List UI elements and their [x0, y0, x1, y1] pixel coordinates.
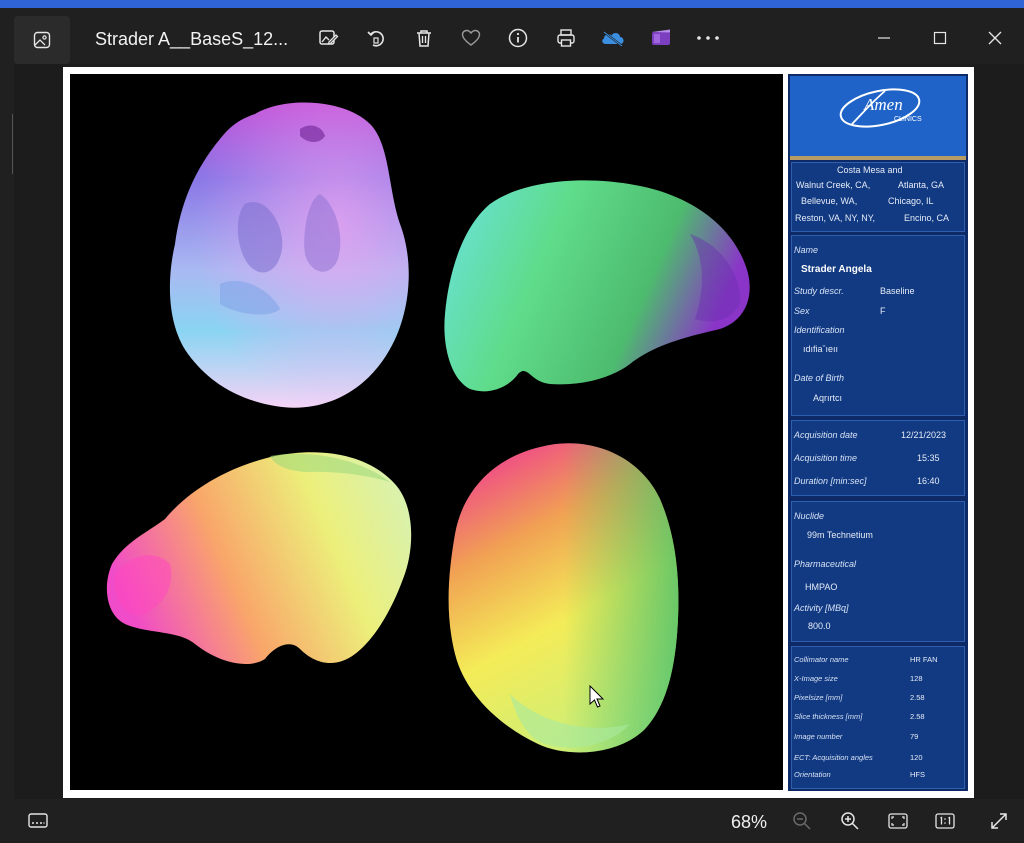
info-icon	[508, 28, 528, 48]
zoom-level: 68%	[731, 812, 768, 832]
print-icon	[557, 29, 575, 47]
zoom-in-icon	[841, 812, 859, 830]
fullscreen-icon	[991, 813, 1007, 829]
rotate-button[interactable]	[362, 24, 390, 52]
close-icon	[988, 31, 1002, 45]
left-edge	[0, 64, 14, 799]
acquisition-panel: Acquisition date 12/21/2023 Acquisition …	[791, 420, 965, 496]
more-button[interactable]	[694, 24, 722, 52]
actual-size-icon	[935, 813, 955, 829]
rotate-icon	[367, 30, 384, 47]
minimize-button[interactable]	[862, 18, 906, 58]
gallery-icon	[33, 31, 51, 49]
zoom-in-button[interactable]	[837, 809, 863, 833]
clipchamp-icon	[652, 29, 670, 45]
filmstrip-icon	[28, 813, 48, 828]
acquisition-parameters-panel: Collimator name HR FAN X-Image size 128 …	[791, 646, 965, 789]
delete-button[interactable]	[410, 24, 438, 52]
maximize-icon	[933, 31, 947, 45]
zoom-out-button[interactable]	[789, 809, 815, 833]
window-title: Strader A__BaseS_12...	[95, 29, 289, 49]
nuclide-panel: Nuclide 99m Technetium Pharmaceutical HM…	[791, 501, 965, 642]
edit-image-button[interactable]	[314, 24, 342, 52]
fit-to-window-icon	[888, 813, 908, 829]
spect-render	[106, 102, 750, 753]
bottom-toolbar: 68%	[0, 799, 1024, 843]
more-icon	[697, 36, 719, 40]
brain-view-inferior	[169, 102, 409, 408]
svg-text:Amen: Amen	[863, 95, 903, 114]
brain-view-superior	[448, 443, 679, 753]
brain-view-lateral-right	[444, 180, 750, 392]
zoom-out-icon	[793, 812, 811, 830]
delete-icon	[417, 30, 431, 47]
edit-image-icon	[319, 30, 339, 45]
svg-text:CLINICS: CLINICS	[894, 116, 922, 123]
info-button[interactable]	[504, 24, 532, 52]
amen-clinics-logo: Amen CLINICS	[790, 76, 966, 156]
window-accent-bar	[0, 0, 1024, 8]
gallery-button[interactable]	[14, 16, 70, 64]
fit-to-window-button[interactable]	[885, 809, 911, 833]
fullscreen-button[interactable]	[986, 809, 1012, 833]
patient-panel: Name Strader Angela Study descr. Baselin…	[791, 235, 965, 416]
brain-scan-image[interactable]	[70, 74, 783, 790]
clipchamp-button[interactable]	[647, 24, 675, 52]
study-info-sidebar: Amen CLINICS Costa Mesa and Walnut Creek…	[788, 74, 968, 791]
print-button[interactable]	[552, 24, 580, 52]
locations-panel: Costa Mesa and Walnut Creek, CA, Atlanta…	[791, 162, 965, 232]
maximize-button[interactable]	[918, 18, 962, 58]
close-button[interactable]	[973, 18, 1017, 58]
filmstrip-button[interactable]	[25, 809, 51, 833]
onedrive-icon	[602, 31, 624, 47]
onedrive-button[interactable]	[599, 24, 627, 52]
brain-view-lateral-left	[106, 452, 412, 664]
minimize-icon	[878, 37, 890, 39]
favorite-button[interactable]	[457, 24, 485, 52]
title-bar: Strader A__BaseS_12...	[0, 8, 1024, 64]
actual-size-button[interactable]	[932, 809, 958, 833]
favorite-icon	[461, 29, 481, 46]
